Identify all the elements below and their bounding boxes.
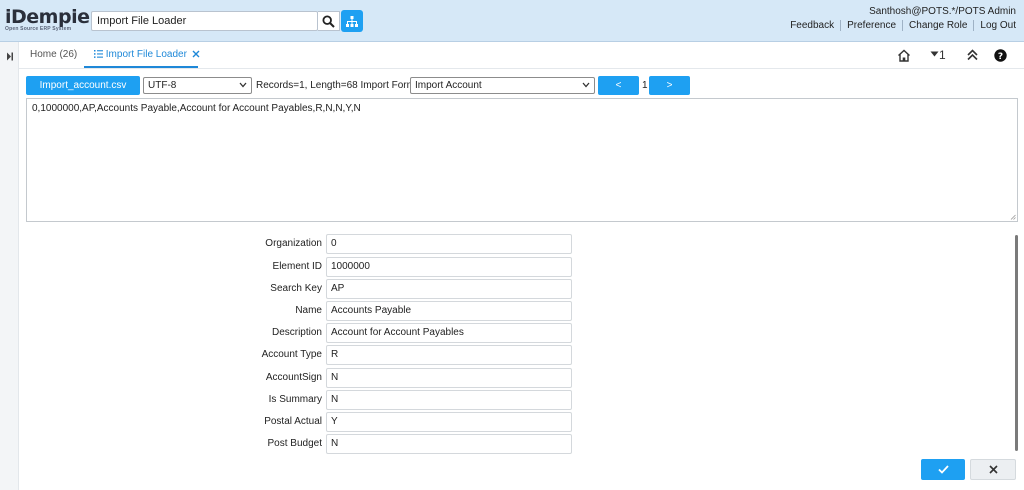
field-label: Element ID	[272, 261, 322, 272]
home-icon	[898, 49, 910, 62]
raw-file-content[interactable]: 0,1000000,AP,Accounts Payable,Account fo…	[26, 98, 1018, 222]
feedback-link[interactable]: Feedback	[784, 20, 840, 31]
top-links: Feedback Preference Change Role Log Out	[784, 20, 1016, 31]
field-row-description: Description Account for Account Payables	[230, 323, 575, 343]
sidebar-collapsed	[0, 42, 19, 490]
tab-import-file-loader[interactable]: Import File Loader	[94, 49, 200, 60]
chevron-down-icon	[582, 82, 590, 88]
account-type-field[interactable]: R	[326, 345, 572, 365]
field-label: Post Budget	[267, 438, 322, 449]
user-info[interactable]: Santhosh@POTS.*/POTS Admin	[869, 6, 1016, 17]
field-label: Search Key	[270, 283, 322, 294]
field-row-is-summary: Is Summary N	[230, 390, 575, 410]
import-format-value: Import Account	[415, 80, 482, 91]
tab-home[interactable]: Home (26)	[30, 49, 77, 60]
post-budget-field[interactable]: N	[326, 434, 572, 454]
raw-content-text: 0,1000000,AP,Accounts Payable,Account fo…	[32, 103, 361, 114]
home-button[interactable]	[897, 49, 911, 65]
search-button[interactable]	[318, 11, 340, 31]
field-row-name: Name Accounts Payable	[230, 301, 575, 321]
window-count: 1	[939, 48, 946, 62]
field-label: AccountSign	[265, 372, 322, 383]
checkmark-icon	[937, 465, 949, 474]
search-key-field[interactable]: AP	[326, 279, 572, 299]
field-label: Postal Actual	[264, 416, 322, 427]
sitemap-icon	[346, 15, 358, 27]
element-id-field[interactable]: 1000000	[326, 257, 572, 277]
field-row-postal-actual: Postal Actual Y	[230, 412, 575, 432]
close-tab-button[interactable]	[190, 49, 200, 60]
field-row-organization: Organization 0	[230, 234, 575, 254]
caret-down-icon	[930, 51, 939, 57]
record-number: 1	[642, 80, 648, 91]
close-icon	[988, 465, 998, 474]
logout-link[interactable]: Log Out	[973, 20, 1016, 31]
import-format-select[interactable]: Import Account	[410, 77, 595, 94]
resize-grip-icon[interactable]	[1010, 214, 1016, 220]
organization-field[interactable]: 0	[326, 234, 572, 254]
collapse-all-button[interactable]	[967, 49, 978, 64]
help-icon: ?	[994, 49, 1007, 62]
field-row-post-budget: Post Budget N	[230, 434, 575, 454]
close-tab-icon	[192, 50, 200, 57]
field-row-account-type: Account Type R	[230, 345, 575, 365]
name-field[interactable]: Accounts Payable	[326, 301, 572, 321]
account-sign-field[interactable]: N	[326, 368, 572, 388]
field-label: Account Type	[261, 349, 322, 360]
description-field[interactable]: Account for Account Payables	[326, 323, 572, 343]
app-header: iDempiere Open Source ERP System Santhos…	[0, 0, 1024, 42]
change-role-link[interactable]: Change Role	[902, 20, 973, 31]
previous-record-button[interactable]: <	[598, 76, 639, 95]
field-label: Name	[295, 305, 322, 316]
tab-label: Import File Loader	[105, 49, 187, 60]
field-label: Organization	[265, 238, 322, 249]
global-search-input[interactable]	[91, 11, 318, 31]
tabbar-divider	[19, 68, 1024, 69]
records-info: Records=1, Length=68 Import Format	[256, 80, 424, 91]
is-summary-field[interactable]: N	[326, 390, 572, 410]
svg-text:?: ?	[998, 52, 1003, 62]
window-switcher[interactable]: 1	[930, 48, 946, 62]
double-chevron-up-icon	[967, 49, 978, 61]
field-row-search-key: Search Key AP	[230, 279, 575, 299]
collapse-sidebar-icon	[7, 52, 13, 61]
field-label: Description	[271, 327, 322, 338]
charset-select[interactable]: UTF-8	[143, 77, 252, 94]
field-row-account-sign: AccountSign N	[230, 368, 575, 388]
charset-value: UTF-8	[148, 80, 177, 91]
ok-button[interactable]	[921, 459, 965, 480]
next-record-button[interactable]: >	[649, 76, 690, 95]
expand-sidebar-button[interactable]	[6, 50, 14, 64]
list-icon	[94, 50, 103, 58]
vertical-scrollbar[interactable]	[1015, 235, 1018, 451]
field-label: Is Summary	[268, 394, 322, 405]
upload-file-button[interactable]: Import_account.csv	[26, 76, 140, 95]
postal-actual-field[interactable]: Y	[326, 412, 572, 432]
cancel-button[interactable]	[970, 459, 1016, 480]
menu-tree-button[interactable]	[341, 10, 363, 32]
help-button[interactable]: ?	[994, 49, 1007, 65]
search-icon	[322, 14, 335, 28]
preference-link[interactable]: Preference	[840, 20, 902, 31]
field-row-element-id: Element ID 1000000	[230, 257, 575, 277]
chevron-down-icon	[239, 82, 247, 88]
